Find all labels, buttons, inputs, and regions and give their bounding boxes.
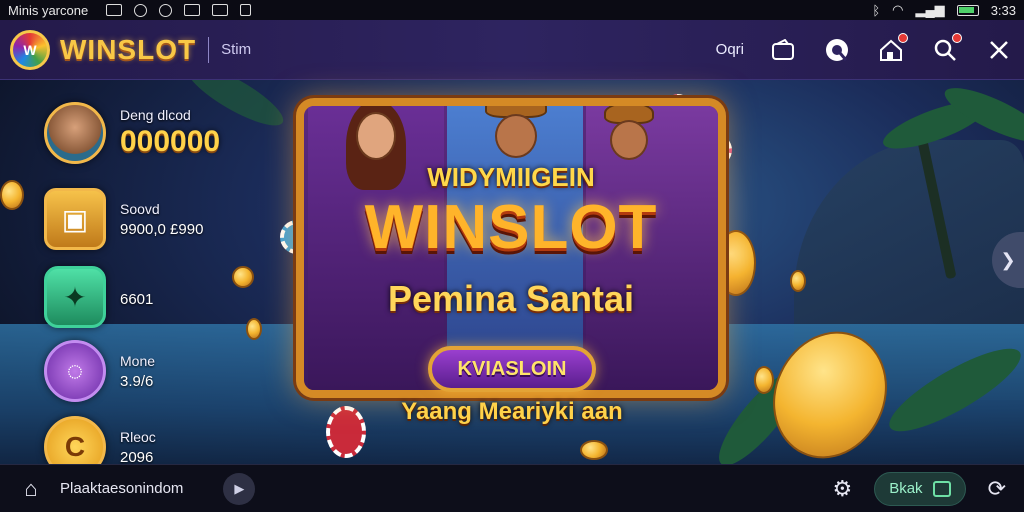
coin-decoration [790,270,806,292]
banner-title: WINSLOT [364,193,658,262]
home-alert-button[interactable] [876,32,908,65]
home-icon[interactable]: ⌂ [18,476,44,502]
header-subnav-link[interactable]: Stim [221,41,251,58]
app-header: W WINSLOT Stim Oqri [0,20,1024,80]
sidebar-item-value: 3.9/6 [120,372,154,390]
wallet-icon [772,38,794,60]
header-divider [208,36,210,63]
sidebar-item-saved[interactable]: ▣ Soovd 9900,0 £990 [44,188,203,250]
back-pill-button[interactable]: Bkak [874,471,966,506]
sidebar-item-cash[interactable]: ✦ 6601 [44,266,153,328]
sidebar-item-mone[interactable]: ◌ Mone 3.9/6 [44,340,155,402]
coin-decoration [580,440,608,460]
banner-subtitle: WIDYMIIGEIN [427,162,595,192]
cash-icon: ✦ [44,266,106,328]
character-portrait [495,114,537,158]
sidebar-item-label: Mone [120,352,156,369]
image-icon [106,4,123,16]
status-time: 3:33 [990,2,1016,18]
sidebar-item-label: Deng dlcod [120,107,191,123]
sidebar-item-label: Soovd [120,200,160,217]
sidebar-item-value: 2096 [120,448,154,466]
play-button[interactable]: ▶ [223,472,256,505]
status-bar: Minis yarcone ᛒ ◠ ▂▄▆ 3:33 [0,0,1024,20]
casino-chip [326,406,366,458]
close-icon [990,40,1008,59]
notification-dot [952,32,962,43]
sd-card-icon [240,4,252,16]
treasure-chest-icon: ▣ [44,188,106,250]
settings-gear-icon[interactable]: ⚙ [832,476,852,502]
brand-title: WINSLOT [60,33,197,65]
coin-decoration [754,366,774,394]
bottom-nav-label[interactable]: Plaaktaesonindom [60,480,183,497]
play-now-button[interactable]: KVIASLOIN [428,346,596,392]
character-portrait [356,112,396,160]
banner-tagline: Pemina Santai [387,278,635,319]
sidebar-item-balance[interactable]: Deng dlcod 000000 [44,102,220,164]
wallet-button[interactable] [768,35,798,65]
signal-icon: ▂▄▆ [915,2,945,17]
status-bar-title: Minis yarcone [8,2,89,18]
external-link-icon [932,480,951,497]
play-icon: ▶ [234,480,245,496]
logo-letter: W [23,41,37,58]
sidebar-item-value: 6601 [120,290,154,308]
app-logo[interactable]: W [10,29,50,70]
chevron-right-icon: ❯ [1000,249,1016,270]
sidebar-item-label: Rleoc [120,428,156,445]
bottom-nav: ⌂ Plaaktaesonindom ▶ ⚙ Bkak ⟳ [0,464,1024,512]
refresh-icon[interactable]: ⟳ [988,476,1006,502]
close-button[interactable] [984,35,1014,65]
mail-icon [212,4,229,16]
stats-sidebar: Deng dlcod 000000 ▣ Soovd 9900,0 £990 ✦ … [0,80,260,478]
banner-cta-caption: Yaang Meariyki aan [401,398,623,425]
sidebar-item-value: 9900,0 £990 [120,220,204,238]
chat-icon [826,38,848,61]
grid-icon [184,4,201,16]
bluetooth-icon: ᛒ [872,2,881,18]
settings-icon [134,3,148,17]
avatar-icon [44,102,106,164]
chat-button[interactable] [822,35,852,65]
header-account-link[interactable]: Oqri [716,41,744,58]
swirl-badge-icon: ◌ [44,340,106,402]
balance-value: 000000 [120,125,221,158]
notification-dot [898,32,908,43]
alarm-icon [159,3,173,17]
search-button[interactable] [930,32,962,65]
wifi-icon: ◠ [892,2,904,17]
character-portrait [610,120,648,160]
back-pill-label: Bkak [889,480,923,497]
battery-icon [956,4,979,16]
